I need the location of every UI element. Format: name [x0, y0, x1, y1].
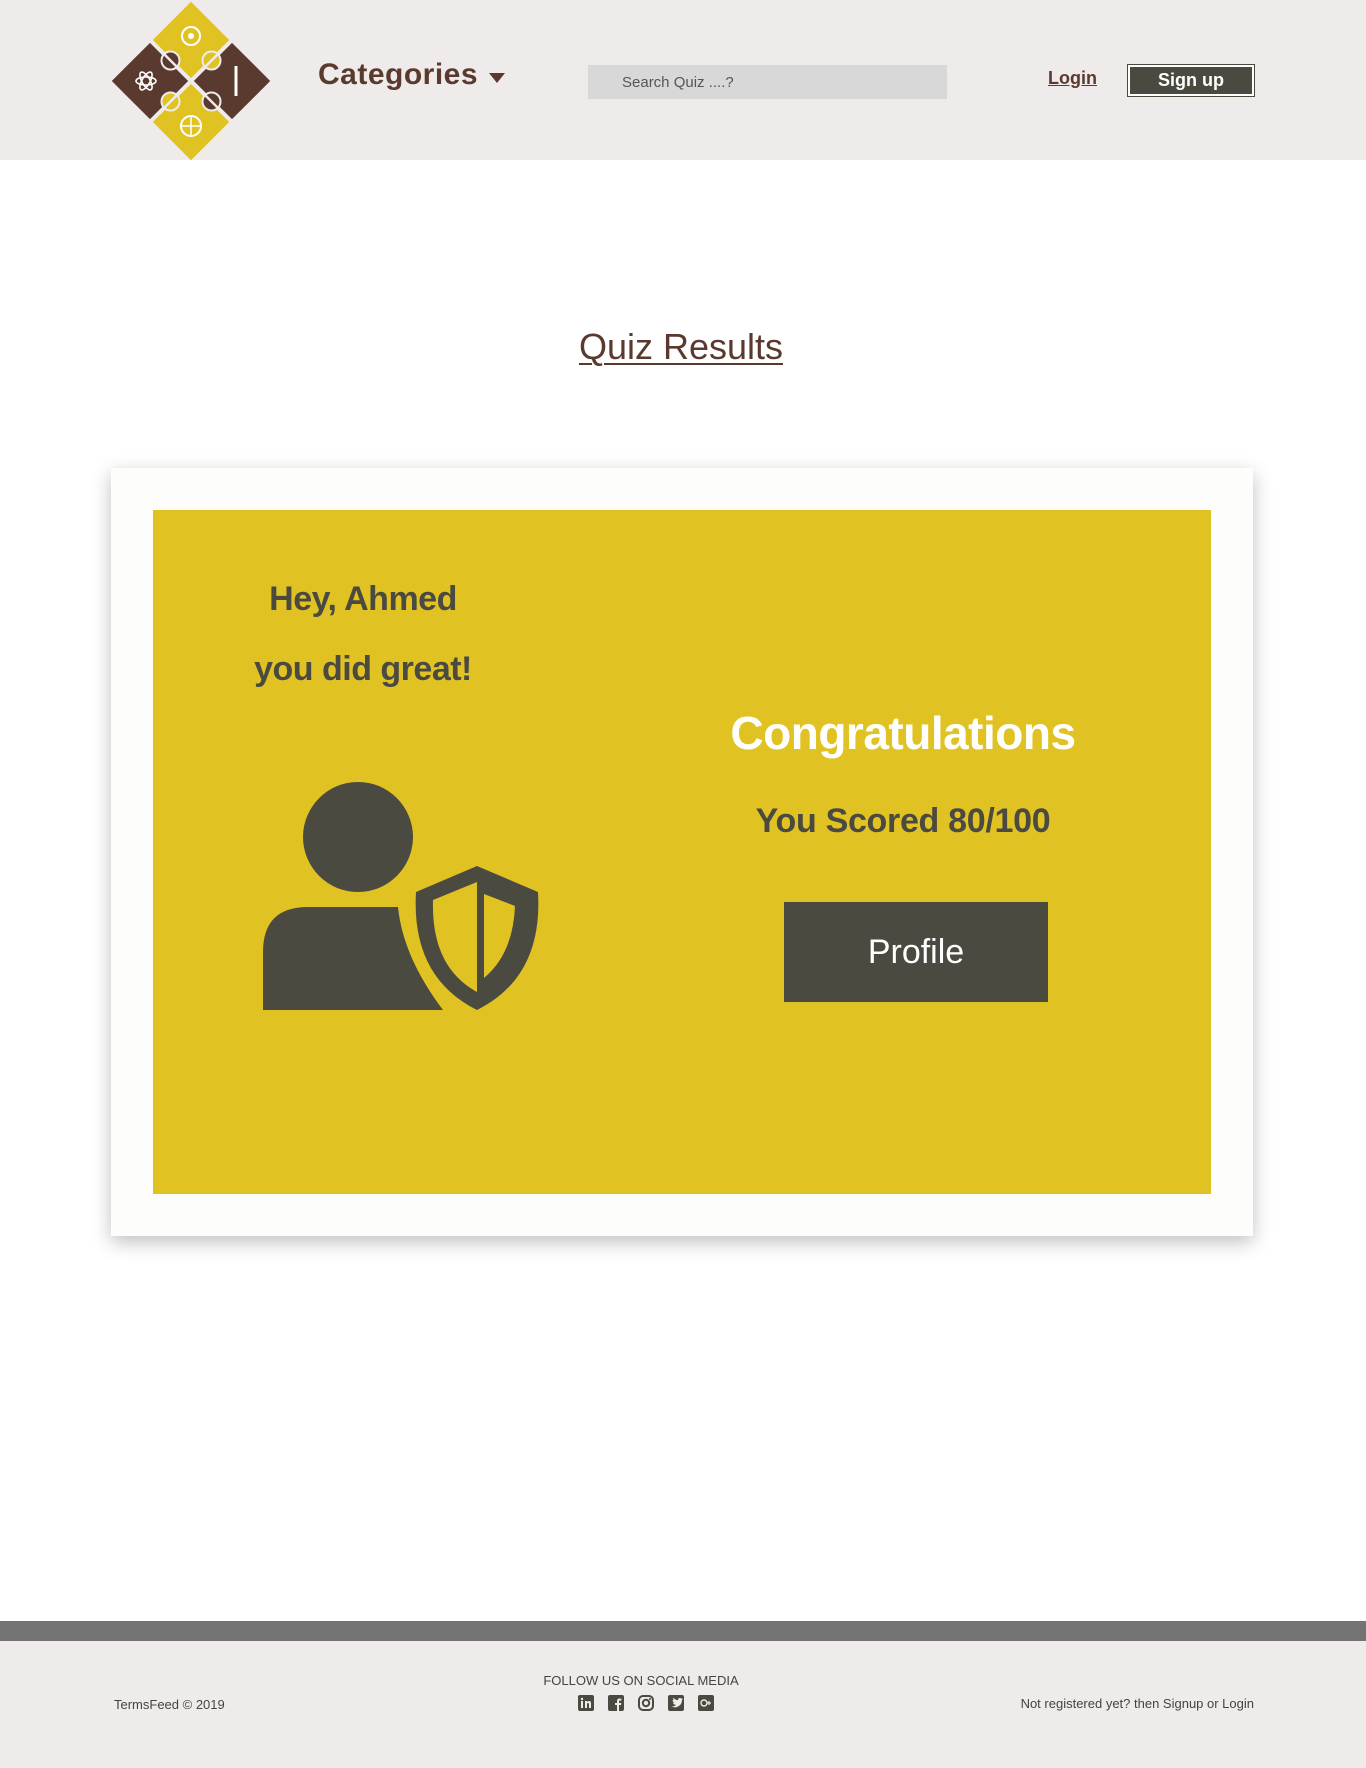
- facebook-icon[interactable]: [608, 1695, 624, 1711]
- signup-button[interactable]: Sign up: [1127, 64, 1255, 97]
- caret-down-icon: [489, 73, 506, 83]
- greeting-name: Hey, Ahmed: [269, 580, 457, 618]
- results-card: Hey, Ahmed you did great! Congratulation…: [111, 468, 1253, 1236]
- login-link[interactable]: Login: [1048, 68, 1097, 89]
- score-text: You Scored 80/100: [755, 802, 1051, 840]
- page-title: Quiz Results: [578, 326, 784, 367]
- page-title-wrap: Quiz Results: [0, 326, 1362, 368]
- user-shield-icon: [263, 782, 539, 1010]
- search-input[interactable]: [588, 65, 947, 99]
- site-header: Categories Login Sign up: [0, 0, 1366, 162]
- categories-label: Categories: [318, 58, 479, 91]
- site-footer: TermsFeed © 2019 FOLLOW US ON SOCIAL MED…: [0, 1641, 1366, 1768]
- congratulations-heading: Congratulations: [730, 707, 1076, 759]
- linkedin-icon[interactable]: [578, 1695, 594, 1711]
- logo-icon[interactable]: [110, 0, 272, 162]
- copyright-text: TermsFeed © 2019: [114, 1697, 225, 1712]
- follow-label: FOLLOW US ON SOCIAL MEDIA: [543, 1673, 739, 1688]
- social-links: [578, 1695, 714, 1711]
- categories-menu[interactable]: Categories: [318, 58, 506, 92]
- instagram-icon[interactable]: [638, 1695, 654, 1711]
- greeting-message: you did great!: [254, 650, 472, 688]
- google-plus-icon[interactable]: [698, 1695, 714, 1711]
- results-panel: Hey, Ahmed you did great! Congratulation…: [153, 510, 1211, 1194]
- twitter-icon[interactable]: [668, 1695, 684, 1711]
- footer-divider: [0, 1621, 1366, 1641]
- signup-hint: Not registered yet? then Signup or Login: [1020, 1696, 1254, 1711]
- profile-button[interactable]: Profile: [784, 902, 1048, 1002]
